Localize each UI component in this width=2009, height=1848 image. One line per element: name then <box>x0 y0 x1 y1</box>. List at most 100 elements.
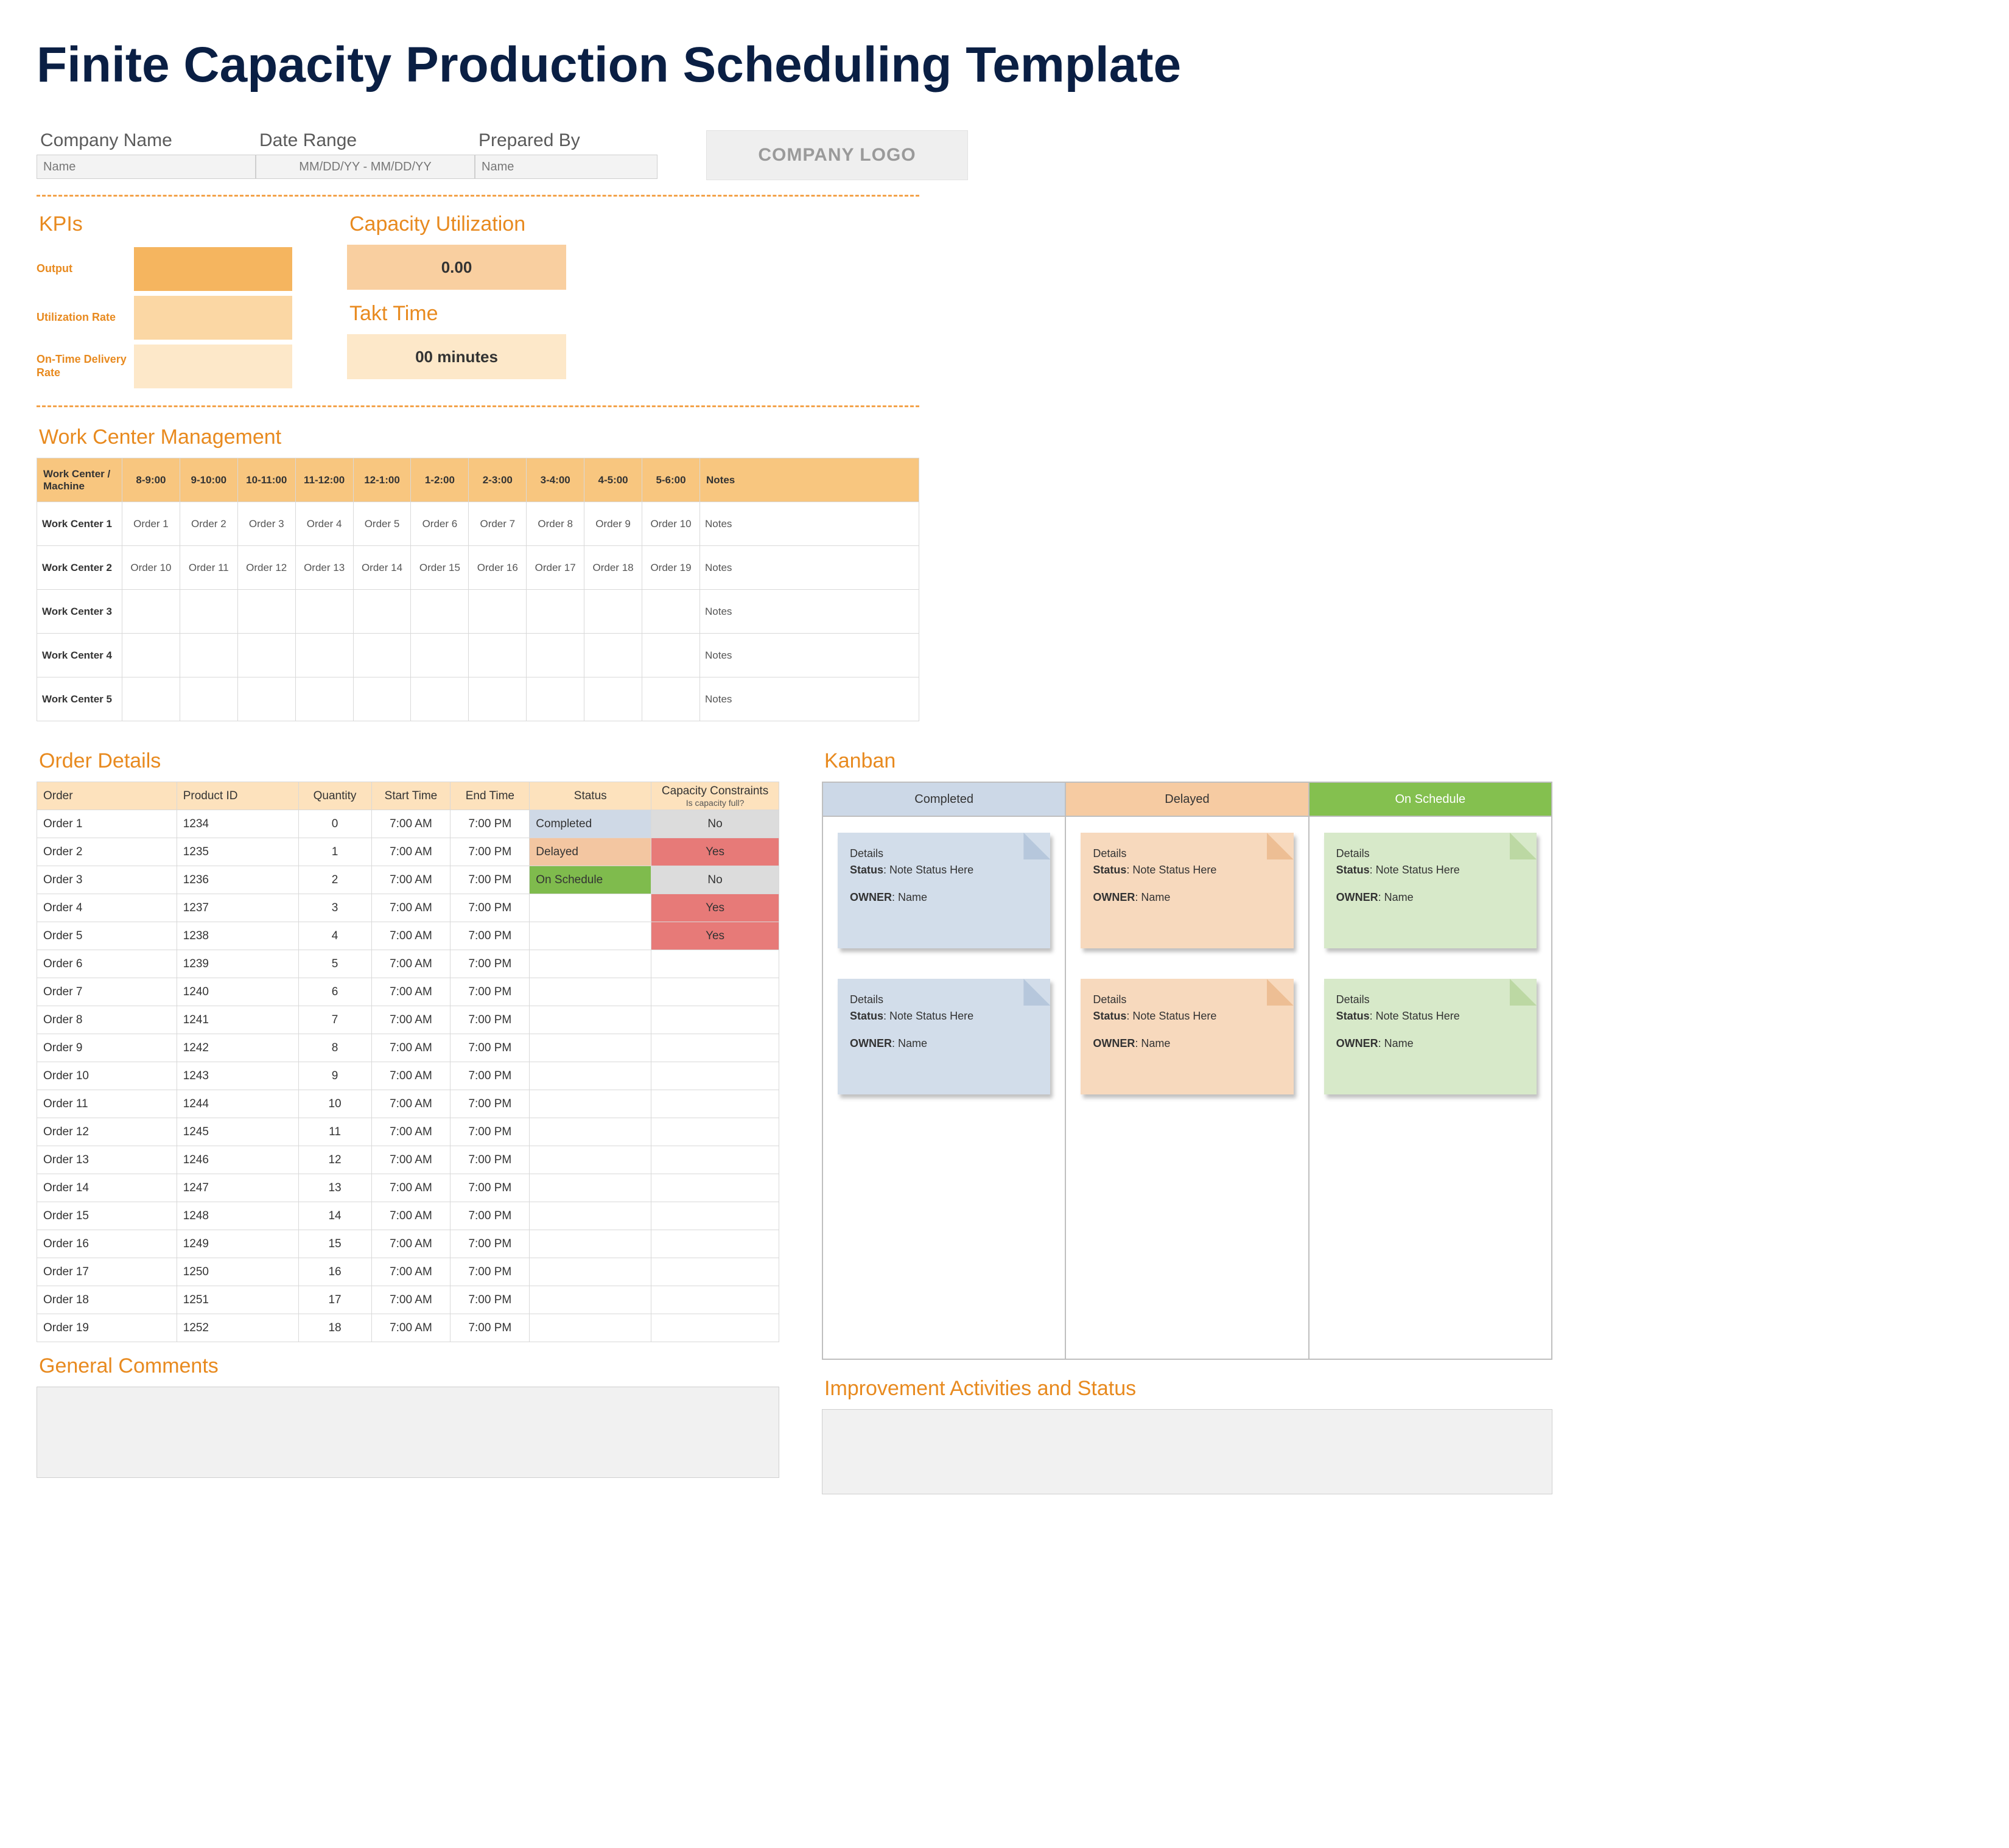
wc-cell[interactable]: Order 11 <box>180 546 237 590</box>
cell-start[interactable]: 7:00 AM <box>371 1314 451 1342</box>
wc-cell[interactable] <box>527 590 584 634</box>
wc-cell[interactable] <box>353 677 411 721</box>
cell-status[interactable] <box>530 1118 651 1146</box>
wc-cell[interactable] <box>237 634 295 677</box>
wc-cell[interactable] <box>469 677 527 721</box>
cell-qty[interactable]: 17 <box>298 1286 371 1314</box>
cell-qty[interactable]: 0 <box>298 810 371 838</box>
cell-status[interactable] <box>530 1314 651 1342</box>
wc-notes-cell[interactable]: Notes <box>700 590 919 634</box>
cell-end[interactable]: 7:00 PM <box>451 922 530 950</box>
wc-cell[interactable] <box>642 590 700 634</box>
cell-end[interactable]: 7:00 PM <box>451 1090 530 1118</box>
cell-capacity[interactable] <box>651 1286 779 1314</box>
wc-cell[interactable]: Order 2 <box>180 502 237 546</box>
wc-cell[interactable]: Order 5 <box>353 502 411 546</box>
cell-capacity[interactable] <box>651 1202 779 1230</box>
cell-status[interactable] <box>530 1286 651 1314</box>
wc-cell[interactable] <box>353 634 411 677</box>
cell-end[interactable]: 7:00 PM <box>451 1174 530 1202</box>
cell-order[interactable]: Order 4 <box>37 894 177 922</box>
company-input[interactable]: Name <box>37 155 256 179</box>
cell-capacity[interactable]: Yes <box>651 922 779 950</box>
wc-cell[interactable] <box>353 590 411 634</box>
cell-product[interactable]: 1236 <box>177 866 298 894</box>
cell-start[interactable]: 7:00 AM <box>371 950 451 978</box>
wc-cell[interactable] <box>122 677 180 721</box>
wc-cell[interactable] <box>584 590 642 634</box>
cell-start[interactable]: 7:00 AM <box>371 978 451 1006</box>
wc-cell[interactable] <box>584 677 642 721</box>
cell-start[interactable]: 7:00 AM <box>371 1202 451 1230</box>
wc-cell[interactable]: Order 13 <box>295 546 353 590</box>
cell-end[interactable]: 7:00 PM <box>451 866 530 894</box>
wc-cell[interactable] <box>642 634 700 677</box>
cell-product[interactable]: 1249 <box>177 1230 298 1258</box>
general-comments-box[interactable] <box>37 1387 779 1478</box>
cell-start[interactable]: 7:00 AM <box>371 894 451 922</box>
cell-qty[interactable]: 11 <box>298 1118 371 1146</box>
cell-qty[interactable]: 12 <box>298 1146 371 1174</box>
wc-cell[interactable] <box>527 634 584 677</box>
wc-notes-cell[interactable]: Notes <box>700 677 919 721</box>
cell-status[interactable] <box>530 1090 651 1118</box>
cell-qty[interactable]: 16 <box>298 1258 371 1286</box>
cell-qty[interactable]: 15 <box>298 1230 371 1258</box>
cell-end[interactable]: 7:00 PM <box>451 838 530 866</box>
cell-product[interactable]: 1241 <box>177 1006 298 1034</box>
wc-cell[interactable] <box>237 590 295 634</box>
cell-product[interactable]: 1246 <box>177 1146 298 1174</box>
cell-order[interactable]: Order 10 <box>37 1062 177 1090</box>
wc-cell[interactable]: Order 4 <box>295 502 353 546</box>
wc-cell[interactable]: Order 10 <box>642 502 700 546</box>
cell-order[interactable]: Order 14 <box>37 1174 177 1202</box>
cell-status[interactable] <box>530 950 651 978</box>
cell-order[interactable]: Order 19 <box>37 1314 177 1342</box>
wc-cell[interactable] <box>411 677 469 721</box>
cell-start[interactable]: 7:00 AM <box>371 1034 451 1062</box>
wc-cell[interactable] <box>411 590 469 634</box>
cell-capacity[interactable] <box>651 1090 779 1118</box>
cell-product[interactable]: 1248 <box>177 1202 298 1230</box>
cell-product[interactable]: 1252 <box>177 1314 298 1342</box>
cell-capacity[interactable] <box>651 978 779 1006</box>
cell-qty[interactable]: 4 <box>298 922 371 950</box>
cell-qty[interactable]: 18 <box>298 1314 371 1342</box>
wc-cell[interactable] <box>180 677 237 721</box>
cell-capacity[interactable] <box>651 1034 779 1062</box>
wc-cell[interactable]: Order 18 <box>584 546 642 590</box>
cell-end[interactable]: 7:00 PM <box>451 1314 530 1342</box>
cell-order[interactable]: Order 1 <box>37 810 177 838</box>
cell-capacity[interactable] <box>651 1230 779 1258</box>
wc-cell[interactable]: Order 10 <box>122 546 180 590</box>
cell-status[interactable] <box>530 1006 651 1034</box>
cell-status[interactable] <box>530 1230 651 1258</box>
wc-cell[interactable] <box>295 590 353 634</box>
cell-qty[interactable]: 1 <box>298 838 371 866</box>
cell-qty[interactable]: 6 <box>298 978 371 1006</box>
wc-cell[interactable]: Order 6 <box>411 502 469 546</box>
cell-start[interactable]: 7:00 AM <box>371 1258 451 1286</box>
cell-qty[interactable]: 3 <box>298 894 371 922</box>
wc-cell[interactable]: Order 16 <box>469 546 527 590</box>
wc-cell[interactable]: Order 3 <box>237 502 295 546</box>
cell-product[interactable]: 1240 <box>177 978 298 1006</box>
cell-product[interactable]: 1234 <box>177 810 298 838</box>
wc-cell[interactable]: Order 19 <box>642 546 700 590</box>
kanban-card[interactable]: DetailsStatus: Note Status HereOWNER: Na… <box>1081 979 1293 1094</box>
cell-end[interactable]: 7:00 PM <box>451 1286 530 1314</box>
cell-end[interactable]: 7:00 PM <box>451 1006 530 1034</box>
wc-cell[interactable]: Order 8 <box>527 502 584 546</box>
cell-qty[interactable]: 14 <box>298 1202 371 1230</box>
wc-cell[interactable] <box>237 677 295 721</box>
cell-status[interactable] <box>530 1258 651 1286</box>
wc-cell[interactable]: Order 12 <box>237 546 295 590</box>
cell-end[interactable]: 7:00 PM <box>451 1230 530 1258</box>
cell-status[interactable]: Delayed <box>530 838 651 866</box>
cell-order[interactable]: Order 15 <box>37 1202 177 1230</box>
prepared-by-input[interactable]: Name <box>475 155 657 179</box>
kanban-card[interactable]: DetailsStatus: Note Status HereOWNER: Na… <box>1324 833 1537 948</box>
cell-qty[interactable]: 2 <box>298 866 371 894</box>
cell-product[interactable]: 1251 <box>177 1286 298 1314</box>
cell-status[interactable] <box>530 894 651 922</box>
